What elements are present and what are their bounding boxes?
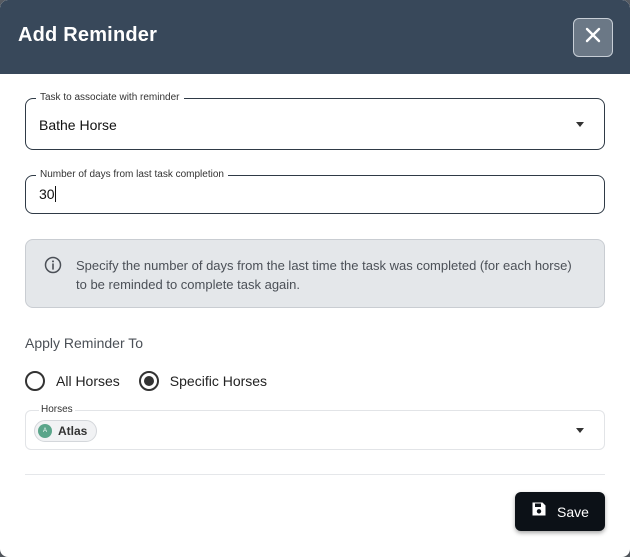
close-icon xyxy=(585,27,601,48)
dialog-title: Add Reminder xyxy=(18,24,158,46)
task-select[interactable]: Task to associate with reminder Bathe Ho… xyxy=(25,91,605,150)
radio-all-horses-label: All Horses xyxy=(56,373,120,389)
dialog-header: Add Reminder xyxy=(0,0,630,74)
radio-specific-horses-label: Specific Horses xyxy=(169,373,268,389)
days-input-label: Number of days from last task completion xyxy=(36,168,228,182)
text-cursor xyxy=(55,186,56,202)
task-select-label: Task to associate with reminder xyxy=(36,91,184,105)
add-reminder-dialog: Add Reminder Task to associate with remi… xyxy=(0,0,630,557)
floppy-disk-icon xyxy=(531,501,547,522)
radio-unchecked-icon[interactable] xyxy=(25,371,45,391)
horse-chip[interactable]: A Atlas xyxy=(34,420,98,442)
chevron-down-icon xyxy=(576,122,584,127)
info-icon xyxy=(44,256,62,279)
avatar: A xyxy=(38,424,52,438)
task-select-value: Bathe Horse xyxy=(39,117,117,133)
radio-all-horses[interactable]: All Horses xyxy=(25,371,120,391)
divider xyxy=(25,474,605,475)
save-button[interactable]: Save xyxy=(515,492,605,531)
info-text: Specify the number of days from the last… xyxy=(76,258,572,292)
apply-reminder-label: Apply Reminder To xyxy=(25,335,144,351)
horses-select-label: Horses xyxy=(39,404,75,415)
radio-checked-icon[interactable] xyxy=(138,371,159,391)
days-input-value: 30 xyxy=(39,186,55,202)
save-button-label: Save xyxy=(557,503,589,520)
horse-chip-label: Atlas xyxy=(58,424,88,438)
days-input[interactable]: Number of days from last task completion… xyxy=(25,168,605,214)
apply-radio-group: All Horses Specific Horses xyxy=(25,371,267,391)
info-alert: Specify the number of days from the last… xyxy=(25,239,605,308)
close-button[interactable] xyxy=(573,18,613,57)
horses-select[interactable]: Horses A Atlas xyxy=(25,404,605,450)
chevron-down-icon[interactable] xyxy=(576,428,584,433)
radio-specific-horses[interactable]: Specific Horses xyxy=(138,371,268,391)
